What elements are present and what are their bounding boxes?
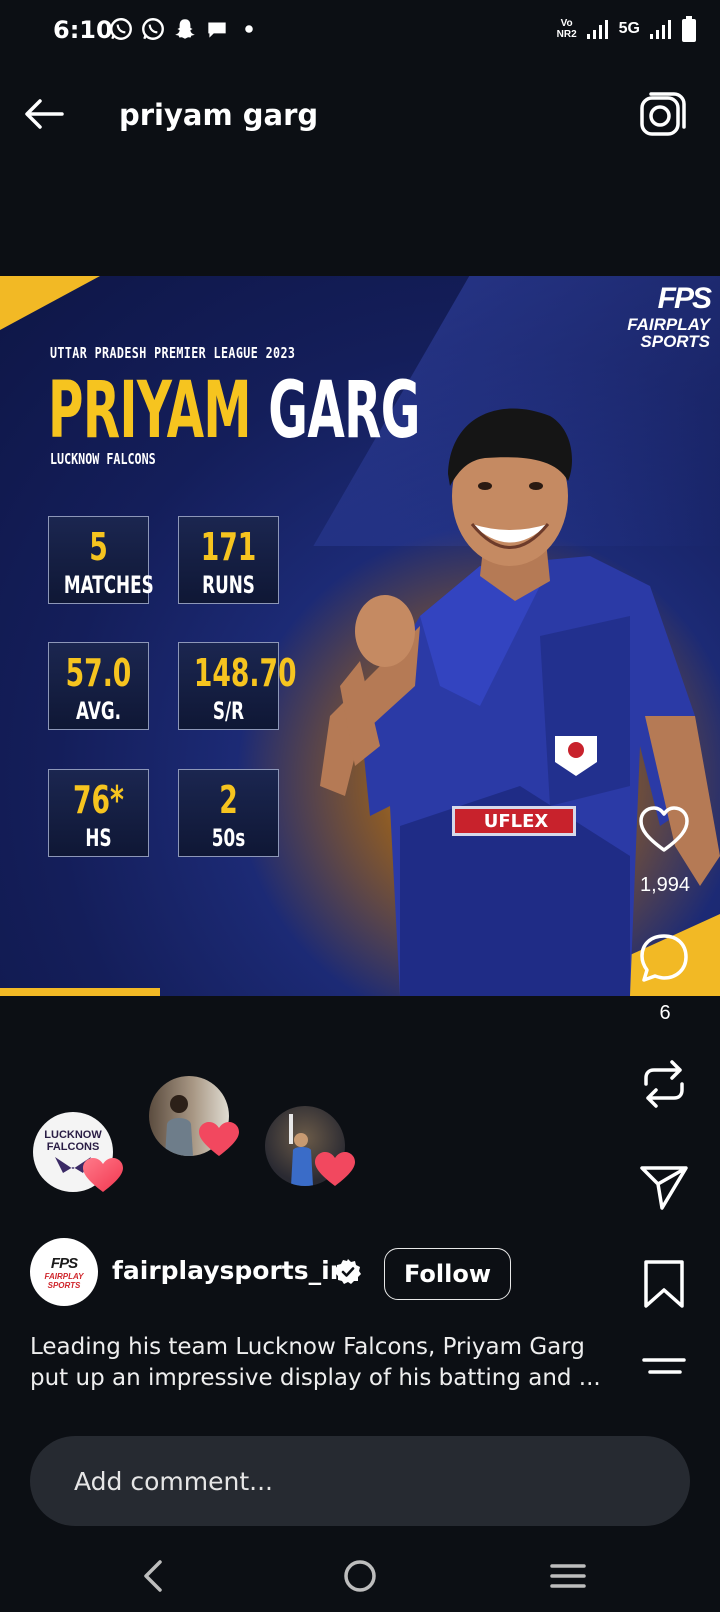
stat-runs: 171 RUNS <box>178 516 279 604</box>
comment-bar[interactable] <box>30 1436 690 1526</box>
repost-icon[interactable] <box>636 1056 692 1112</box>
stat-label: AVG. <box>75 697 122 725</box>
stat-value: 5 <box>89 525 108 569</box>
stat-value: 148.70 <box>193 651 297 695</box>
avatar-line1: FAIRPLAY <box>44 1271 84 1281</box>
logo-line1: FAIRPLAY <box>627 315 710 334</box>
comment-icon[interactable] <box>636 930 692 986</box>
league-title: UTTAR PRADESH PREMIER LEAGUE 2023 <box>50 344 296 362</box>
signal-icon <box>586 20 608 39</box>
stat-value: 76* <box>73 778 124 822</box>
snapchat-icon <box>175 19 195 39</box>
bookmark-icon[interactable] <box>636 1256 692 1312</box>
whatsapp-icon <box>110 18 132 40</box>
team-name: LUCKNOW FALCONS <box>50 450 156 468</box>
network-label: 5G <box>618 20 640 37</box>
author-avatar[interactable]: FPS FAIRPLAY SPORTS <box>30 1238 98 1306</box>
stat-value: 171 <box>200 525 257 569</box>
avatar-mark: FPS <box>50 1254 78 1272</box>
volte-bottom: NR2 <box>556 29 577 40</box>
more-options-icon[interactable] <box>636 1338 692 1394</box>
battery-icon <box>682 16 696 42</box>
more-notifications-icon <box>245 25 253 33</box>
like-heart-icon[interactable] <box>636 802 692 858</box>
camera-icon[interactable] <box>636 90 686 140</box>
reel-header: priyam garg <box>0 70 720 160</box>
avatar-line2: SPORTS <box>47 1280 81 1290</box>
system-icons: Vo NR2 5G <box>557 16 696 42</box>
sponsor-text: UFLEX <box>484 811 549 832</box>
stat-label: MATCHES <box>63 571 154 599</box>
author-username[interactable]: fairplaysports_in <box>112 1256 348 1285</box>
player-photo: UFLEX <box>320 408 720 996</box>
nav-recents-icon[interactable] <box>544 1552 592 1600</box>
nav-home-icon[interactable] <box>336 1552 384 1600</box>
stat-average: 57.0 AVG. <box>48 642 149 730</box>
reaction-avatar[interactable] <box>149 1076 239 1156</box>
poster-gold-bottom <box>0 988 160 996</box>
logo-text-2: FALCONS <box>46 1141 100 1153</box>
logo-line2: SPORTS <box>640 332 710 351</box>
verified-badge-icon <box>335 1259 361 1284</box>
status-time: 6:10 <box>53 16 113 44</box>
stat-label: 50s <box>211 824 246 852</box>
heart-reaction-icon <box>315 1152 355 1186</box>
notification-icons <box>108 16 262 42</box>
follow-button[interactable]: Follow <box>384 1248 511 1300</box>
whatsapp-icon <box>142 18 164 40</box>
stat-matches: 5 MATCHES <box>48 516 154 604</box>
share-send-icon[interactable] <box>636 1158 692 1214</box>
reaction-avatar[interactable] <box>265 1106 355 1186</box>
status-bar: 6:10 Vo NR2 5G <box>0 0 720 62</box>
stat-fifties: 2 50s <box>178 769 279 857</box>
comment-input[interactable] <box>74 1460 634 1502</box>
stat-high-score: 76* HS <box>48 769 149 857</box>
player-first-name: PRIYAM <box>48 366 252 456</box>
logo-mark: FPS <box>657 282 712 315</box>
stat-label: HS <box>85 824 112 852</box>
page-title: priyam garg <box>119 98 319 132</box>
heart-reaction-icon <box>199 1122 239 1156</box>
poster-gold-stripe <box>0 276 100 330</box>
logo-text-1: LUCKNOW <box>44 1129 102 1141</box>
stat-value: 57.0 <box>65 651 132 695</box>
heart-reaction-icon <box>83 1158 123 1192</box>
stat-label: S/R <box>212 697 245 725</box>
volte-top: Vo <box>560 18 573 29</box>
stat-strike-rate: 148.70 S/R <box>178 642 297 730</box>
back-arrow-icon[interactable] <box>20 90 68 138</box>
fairplay-logo: FPS FAIRPLAY SPORTS <box>627 282 712 351</box>
comment-count: 6 <box>659 1002 671 1024</box>
stat-label: RUNS <box>202 571 255 599</box>
chat-bubble-icon <box>208 22 226 38</box>
volte-indicator: Vo NR2 <box>557 18 577 40</box>
stat-value: 2 <box>219 778 238 822</box>
system-nav-bar <box>0 1540 720 1612</box>
reaction-avatar[interactable]: LUCKNOW FALCONS <box>33 1112 123 1192</box>
reel-video[interactable]: FPS FAIRPLAY SPORTS UTTAR PRADESH PREMIE… <box>0 276 720 996</box>
post-caption[interactable]: Leading his team Lucknow Falcons, Priyam… <box>30 1332 620 1394</box>
like-count: 1,994 <box>639 874 691 896</box>
signal-icon-2 <box>650 20 671 39</box>
nav-back-icon[interactable] <box>130 1552 178 1600</box>
